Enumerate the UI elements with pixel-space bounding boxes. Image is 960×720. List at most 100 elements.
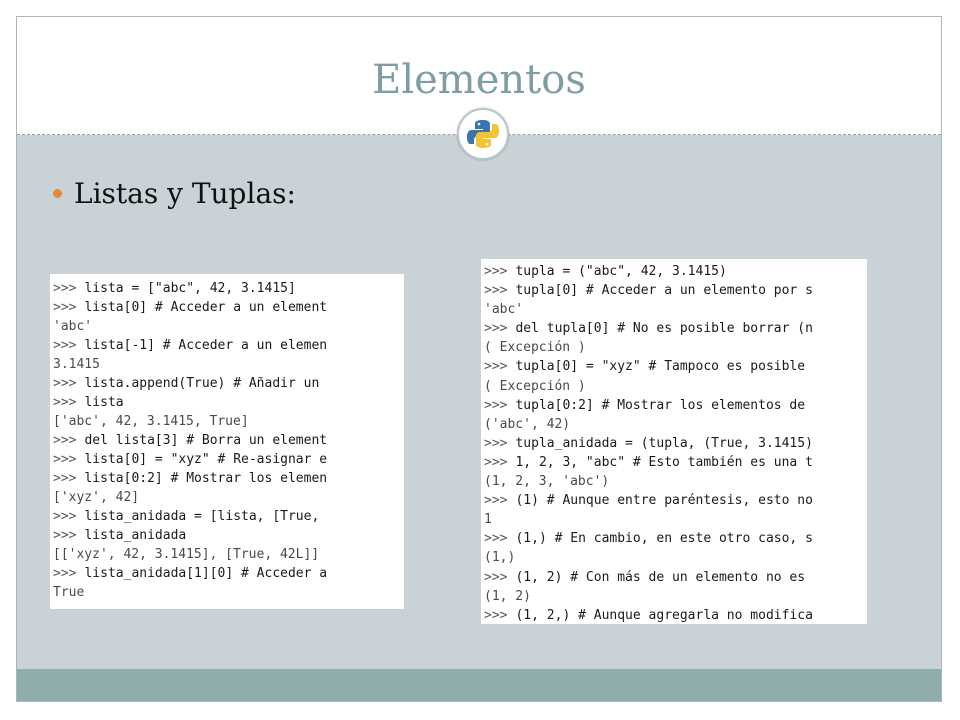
prompt: >>> (53, 300, 77, 315)
bullet-text: Listas y Tuplas: (74, 177, 296, 210)
code-command: (1) # Aunque entre paréntesis, esto no (515, 493, 813, 509)
code-output: [['xyz', 42, 3.1415], [True, 42L]] (53, 547, 320, 562)
slide-frame: Elementos Listas y Tuplas: >>> lista = ["… (16, 16, 942, 702)
code-command: lista[0] # Acceder a un element (84, 300, 328, 315)
code-line: ['xyz', 42] (53, 488, 404, 507)
code-line: >>> del lista[3] # Borra un element (53, 431, 404, 450)
code-command: lista[-1] # Acceder a un elemen (84, 338, 328, 353)
code-line: >>> tupla_anidada = (tupla, (True, 3.1415… (484, 434, 867, 453)
code-output: ( Excepción ) (484, 378, 586, 394)
code-output: ( Excepción ) (484, 340, 586, 356)
code-output: 1 (484, 512, 492, 528)
code-line: (1, 2) (484, 587, 867, 606)
code-line: >>> lista[0] # Acceder a un element (53, 298, 404, 317)
code-line: ('abc', 42) (484, 415, 867, 434)
prompt: >>> (484, 397, 508, 413)
code-output: 'abc' (53, 319, 93, 334)
code-command: lista.append(True) # Añadir un (84, 376, 320, 391)
code-line: >>> lista.append(True) # Añadir un (53, 374, 404, 393)
code-line: (1,) (484, 548, 867, 567)
prompt: >>> (484, 531, 508, 547)
code-line: >>> (1, 2) # Con más de un elemento no es (484, 568, 867, 587)
code-command: del tupla[0] # No es posible borrar (n (515, 321, 813, 337)
code-command: tupla[0:2] # Mostrar los elementos de (515, 397, 806, 413)
code-line: >>> del tupla[0] # No es posible borrar (… (484, 319, 867, 338)
prompt: >>> (53, 452, 77, 467)
code-command: lista[0:2] # Mostrar los elemen (84, 471, 328, 486)
code-output: ['xyz', 42] (53, 490, 140, 505)
prompt: >>> (484, 435, 508, 451)
code-line: >>> tupla = ("abc", 42, 3.1415) (484, 262, 867, 281)
code-line: (1, 2, 3, 'abc') (484, 472, 867, 491)
code-command: 1, 2, 3, "abc" # Esto también es una t (515, 454, 813, 470)
code-line: >>> tupla[0:2] # Mostrar los elementos de (484, 396, 867, 415)
code-line: >>> tupla[0] # Acceder a un elemento por … (484, 281, 867, 300)
code-output: 3.1415 (53, 357, 100, 372)
code-line: >>> lista[-1] # Acceder a un elemen (53, 336, 404, 355)
code-command: lista[0] = "xyz" # Re-asignar e (84, 452, 328, 467)
code-command: lista_anidada (84, 528, 187, 543)
prompt: >>> (53, 376, 77, 391)
prompt: >>> (484, 493, 508, 509)
prompt: >>> (53, 338, 77, 353)
prompt: >>> (484, 607, 508, 623)
code-output: (1, 2, 3, 'abc') (484, 474, 610, 490)
code-line: >>> 1, 2, 3, "abc" # Esto también es una … (484, 453, 867, 472)
code-line: ['abc', 42, 3.1415, True] (53, 412, 404, 431)
prompt: >>> (53, 281, 77, 296)
code-line: True (53, 583, 404, 602)
code-command: tupla[0] = "xyz" # Tampoco es posible (515, 359, 806, 375)
code-line: >>> (1,) # En cambio, en este otro caso, … (484, 529, 867, 548)
code-line: >>> lista[0] = "xyz" # Re-asignar e (53, 450, 404, 469)
code-output: 'abc' (484, 302, 524, 318)
code-command: (1, 2) # Con más de un elemento no es (515, 569, 806, 585)
code-output: ('abc', 42) (484, 416, 571, 432)
code-output: (1,) (484, 550, 516, 566)
code-line: >>> lista (53, 393, 404, 412)
code-command: tupla = ("abc", 42, 3.1415) (515, 264, 727, 279)
python-logo-icon (457, 108, 509, 160)
code-line: >>> lista_anidada = [lista, [True, (53, 507, 404, 526)
code-line: 'abc' (484, 300, 867, 319)
code-line: >>> lista_anidada (53, 526, 404, 545)
code-command: lista = ["abc", 42, 3.1415] (84, 281, 296, 296)
prompt: >>> (53, 433, 77, 448)
prompt: >>> (53, 566, 77, 581)
code-output: True (53, 585, 85, 600)
code-tuplas: >>> tupla = ("abc", 42, 3.1415) >>> tupla[0… (481, 259, 867, 624)
code-line: ( Excepción ) (484, 377, 867, 396)
code-output: (1, 2) (484, 588, 531, 604)
prompt: >>> (484, 454, 508, 470)
code-command: (1, 2,) # Aunque agregarla no modifica (515, 607, 813, 623)
code-line: 1 (484, 510, 867, 529)
bullet-dot-icon (53, 189, 62, 198)
code-line: >>> lista = ["abc", 42, 3.1415] (53, 279, 404, 298)
code-command: lista (84, 395, 124, 410)
prompt: >>> (484, 321, 508, 337)
bullet-item: Listas y Tuplas: (53, 177, 296, 210)
code-command: tupla_anidada = (tupla, (True, 3.1415) (515, 435, 813, 451)
code-command: tupla[0] # Acceder a un elemento por s (515, 283, 813, 299)
code-line: >>> (1) # Aunque entre paréntesis, esto n… (484, 491, 867, 510)
code-listas: >>> lista = ["abc", 42, 3.1415] >>> lista[0… (50, 274, 404, 609)
prompt: >>> (484, 283, 508, 299)
code-line: ( Excepción ) (484, 338, 867, 357)
code-output: ['abc', 42, 3.1415, True] (53, 414, 249, 429)
code-command: lista_anidada = [lista, [True, (84, 509, 320, 524)
code-line: >>> lista[0:2] # Mostrar los elemen (53, 469, 404, 488)
prompt: >>> (53, 528, 77, 543)
prompt: >>> (484, 569, 508, 585)
slide-title: Elementos (372, 57, 586, 103)
code-command: del lista[3] # Borra un element (84, 433, 328, 448)
code-line: >>> tupla[0] = "xyz" # Tampoco es posible (484, 357, 867, 376)
prompt: >>> (484, 359, 508, 375)
code-line: 'abc' (53, 317, 404, 336)
code-command: lista_anidada[1][0] # Acceder a (84, 566, 328, 581)
prompt: >>> (53, 471, 77, 486)
prompt: >>> (53, 509, 77, 524)
prompt: >>> (53, 395, 77, 410)
code-line: [['xyz', 42, 3.1415], [True, 42L]] (53, 545, 404, 564)
prompt: >>> (484, 264, 508, 279)
code-line: >>> (1, 2,) # Aunque agregarla no modific… (484, 606, 867, 624)
footer-bar (17, 669, 941, 701)
